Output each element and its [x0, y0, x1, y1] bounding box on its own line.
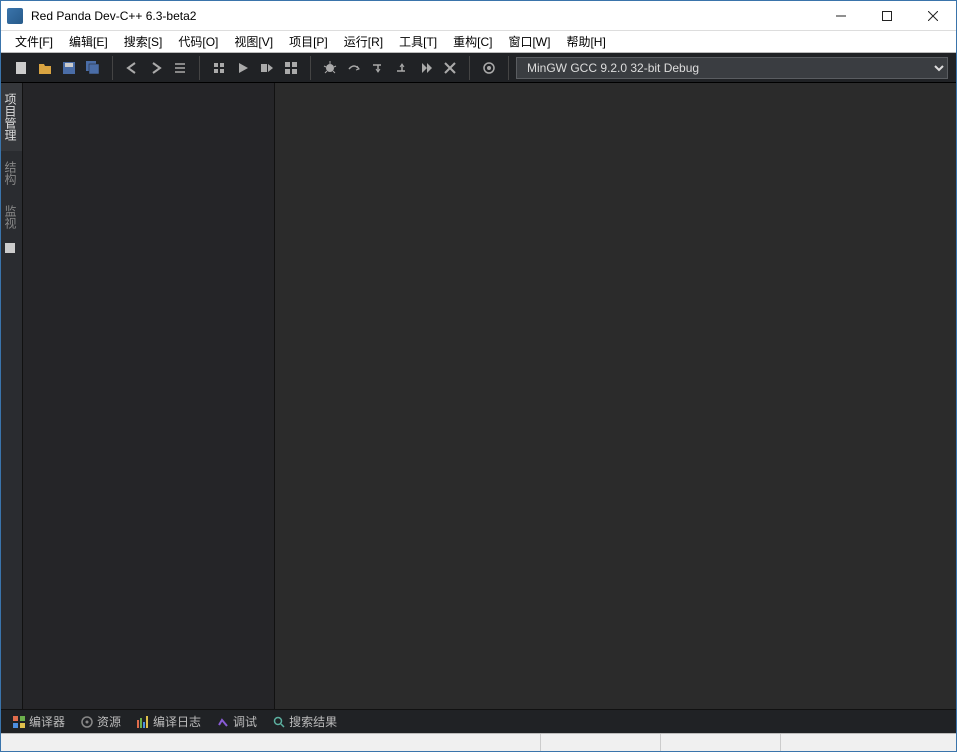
- minimize-button[interactable]: [818, 1, 864, 31]
- forward-button[interactable]: [144, 56, 168, 80]
- maximize-button[interactable]: [864, 1, 910, 31]
- toggle-button[interactable]: [168, 56, 192, 80]
- status-cell-1: [1, 734, 541, 751]
- continue-button[interactable]: [414, 56, 438, 80]
- btab-compiler-label: 编译器: [29, 713, 65, 730]
- side-tabs: 项目管理 结构 监视: [1, 83, 23, 709]
- bottom-tabs: 编译器 资源 编译日志 调试 搜索结果: [1, 709, 956, 733]
- debug-button[interactable]: [318, 56, 342, 80]
- btab-compile-log[interactable]: 编译日志: [129, 711, 209, 732]
- step-into-button[interactable]: [366, 56, 390, 80]
- search-icon: [273, 716, 285, 728]
- btab-log-label: 编译日志: [153, 713, 201, 730]
- step-over-button[interactable]: [342, 56, 366, 80]
- side-tab-project[interactable]: 项目管理: [1, 83, 22, 151]
- app-icon: [7, 8, 23, 24]
- workspace: 项目管理 结构 监视: [1, 83, 956, 709]
- project-panel[interactable]: [23, 83, 275, 709]
- debug-icon: [217, 716, 229, 728]
- btab-debug-label: 调试: [233, 713, 257, 730]
- toolbar: MinGW GCC 9.2.0 32-bit Debug: [1, 53, 956, 83]
- compile-run-button[interactable]: [255, 56, 279, 80]
- menu-refactor[interactable]: 重构[C]: [445, 31, 500, 52]
- window-title: Red Panda Dev-C++ 6.3-beta2: [31, 9, 818, 23]
- menu-run[interactable]: 运行[R]: [336, 31, 391, 52]
- btab-resource[interactable]: 资源: [73, 711, 129, 732]
- status-cell-4: [781, 734, 956, 751]
- log-icon: [137, 716, 149, 728]
- btab-compiler[interactable]: 编译器: [5, 711, 73, 732]
- menu-help[interactable]: 帮助[H]: [558, 31, 613, 52]
- save-button[interactable]: [57, 56, 81, 80]
- menu-file[interactable]: 文件[F]: [7, 31, 61, 52]
- open-file-button[interactable]: [33, 56, 57, 80]
- resource-icon: [81, 716, 93, 728]
- btab-search-label: 搜索结果: [289, 713, 337, 730]
- menu-search[interactable]: 搜索[S]: [116, 31, 171, 52]
- breakpoint-button[interactable]: [477, 56, 501, 80]
- status-cell-3: [661, 734, 781, 751]
- menu-edit[interactable]: 编辑[E]: [61, 31, 116, 52]
- btab-search-results[interactable]: 搜索结果: [265, 711, 345, 732]
- compiler-icon: [13, 716, 25, 728]
- close-button[interactable]: [910, 1, 956, 31]
- statusbar: [1, 733, 956, 751]
- rebuild-button[interactable]: [279, 56, 303, 80]
- step-out-button[interactable]: [390, 56, 414, 80]
- titlebar: Red Panda Dev-C++ 6.3-beta2: [1, 1, 956, 31]
- menu-project[interactable]: 项目[P]: [281, 31, 336, 52]
- back-button[interactable]: [120, 56, 144, 80]
- menu-tools[interactable]: 工具[T]: [391, 31, 445, 52]
- side-tab-structure[interactable]: 结构: [1, 151, 22, 195]
- btab-resource-label: 资源: [97, 713, 121, 730]
- save-all-button[interactable]: [81, 56, 105, 80]
- compile-button[interactable]: [207, 56, 231, 80]
- menu-view[interactable]: 视图[V]: [226, 31, 281, 52]
- compiler-select[interactable]: MinGW GCC 9.2.0 32-bit Debug: [516, 57, 948, 79]
- stop-debug-button[interactable]: [438, 56, 462, 80]
- editor-area[interactable]: [275, 83, 956, 709]
- run-button[interactable]: [231, 56, 255, 80]
- menu-code[interactable]: 代码[O]: [170, 31, 226, 52]
- menu-window[interactable]: 窗口[W]: [500, 31, 558, 52]
- status-cell-2: [541, 734, 661, 751]
- side-tab-watch[interactable]: 监视: [1, 195, 22, 239]
- menubar: 文件[F] 编辑[E] 搜索[S] 代码[O] 视图[V] 项目[P] 运行[R…: [1, 31, 956, 53]
- side-tab-indicator: [1, 239, 22, 257]
- btab-debug[interactable]: 调试: [209, 711, 265, 732]
- new-file-button[interactable]: [9, 56, 33, 80]
